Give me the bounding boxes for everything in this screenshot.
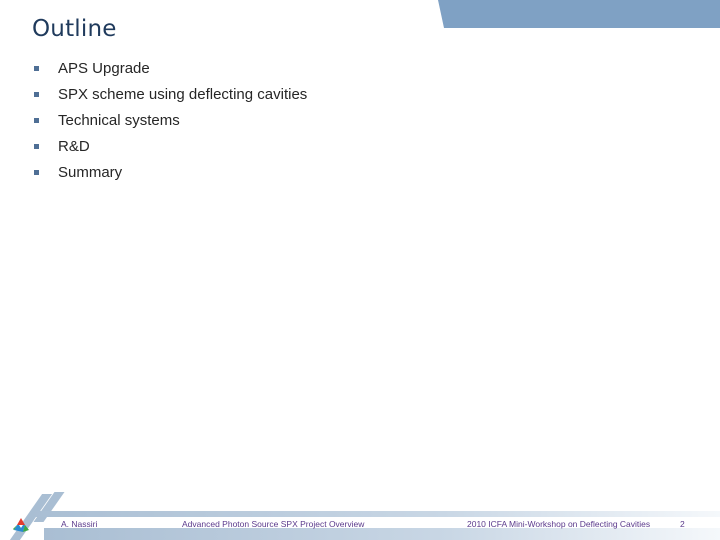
bullet-square-icon xyxy=(34,66,39,71)
outline-item: SPX scheme using deflecting cavities xyxy=(34,84,307,110)
outline-item-label: APS Upgrade xyxy=(58,60,150,77)
bullet-square-icon xyxy=(34,118,39,123)
footer-event: 2010 ICFA Mini-Workshop on Deflecting Ca… xyxy=(467,519,651,529)
outline-item: Summary xyxy=(34,162,307,188)
outline-item: Technical systems xyxy=(34,110,307,136)
footer-project-title: Advanced Photon Source SPX Project Overv… xyxy=(182,519,365,529)
bullet-square-icon xyxy=(34,92,39,97)
outline-item-label: SPX scheme using deflecting cavities xyxy=(58,86,308,103)
outline-item: APS Upgrade xyxy=(34,58,307,84)
outline-item: R&D xyxy=(34,136,307,162)
footer-author: A. Nassiri xyxy=(61,519,98,529)
outline-item-label: Technical systems xyxy=(58,112,180,129)
footer-stripe xyxy=(30,511,720,517)
outline-item-label: Summary xyxy=(58,164,123,181)
outline-item-label: R&D xyxy=(58,138,90,155)
page-number: 2 xyxy=(680,519,685,529)
slide-title: Outline xyxy=(32,16,117,42)
bullet-square-icon xyxy=(34,170,39,175)
bullet-square-icon xyxy=(34,144,39,149)
outline-list: APS Upgrade SPX scheme using deflecting … xyxy=(34,58,307,188)
header-accent-band xyxy=(438,0,720,28)
footer-stripe xyxy=(44,528,720,540)
argonne-logo-icon xyxy=(13,518,29,532)
